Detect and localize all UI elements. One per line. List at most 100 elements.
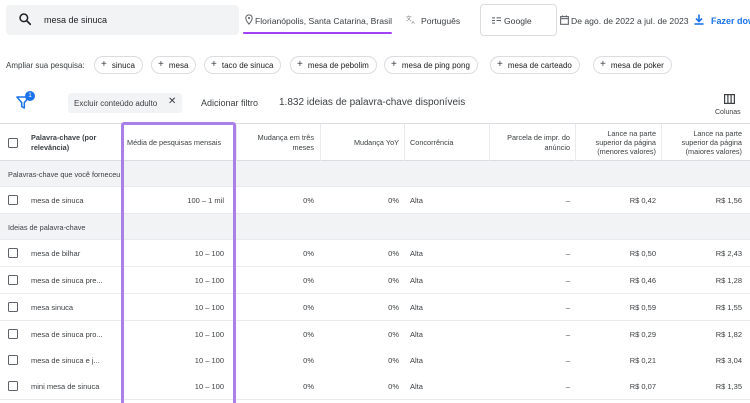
row-checkbox[interactable] <box>8 355 18 365</box>
chip-label: mesa <box>168 60 189 70</box>
download-button[interactable]: Fazer dow <box>694 5 750 35</box>
select-all-checkbox[interactable] <box>8 138 18 148</box>
chip-label: mesa de carteado <box>507 60 572 70</box>
header-avg-monthly-searches[interactable]: Média de pesquisas mensais <box>127 124 231 161</box>
header-three-month-change[interactable]: Mudança em três meses <box>240 124 314 161</box>
row-checkbox[interactable] <box>8 302 18 312</box>
section-label: Ideias de palavra-chave <box>8 223 86 232</box>
plus-icon: + <box>211 59 217 70</box>
broaden-chip-mesa-de-pebolim[interactable]: + mesa de pebolim <box>290 56 377 74</box>
section-provided-keywords: Palavras-chave que você forneceu <box>0 161 750 187</box>
chip-label: taco de sinuca <box>221 60 274 70</box>
cell-keyword: mini mesa de sinuca <box>31 382 100 391</box>
cell-avg-searches: 10 – 100 <box>194 356 224 365</box>
add-filter-button[interactable]: Adicionar filtro <box>201 98 258 108</box>
cell-competition: Alta <box>410 249 423 258</box>
table-row[interactable]: mesa de sinuca pro... 10 – 100 0% 0% Alt… <box>0 321 750 348</box>
columns-label: Colunas <box>715 109 741 116</box>
column-divider <box>236 124 237 161</box>
table-row[interactable]: mesa sinuca 10 – 100 0% 0% Alta – R$ 0,5… <box>0 294 750 321</box>
cell-impr-share: – <box>565 276 570 285</box>
cell-impr-share: – <box>565 196 570 205</box>
language-selector[interactable]: 文A Português <box>406 5 476 35</box>
column-divider <box>661 124 662 161</box>
search-icon <box>19 13 32 26</box>
search-input[interactable]: mesa de sinuca <box>6 5 239 35</box>
cell-keyword: mesa sinuca <box>31 303 74 312</box>
row-checkbox[interactable] <box>8 248 18 258</box>
broaden-label: Ampliar sua pesquisa: <box>6 61 85 70</box>
cell-bid-low: R$ 0,42 <box>629 196 656 205</box>
header-top-bid-high[interactable]: Lance na parte superior da página (maior… <box>665 124 742 161</box>
cell-impr-share: – <box>565 356 570 365</box>
search-query: mesa de sinuca <box>44 15 108 25</box>
filter-count-badge: 1 <box>25 91 35 101</box>
network-selector[interactable]: Google <box>480 4 557 36</box>
row-checkbox[interactable] <box>8 381 18 391</box>
header-competition[interactable]: Concorrência <box>410 124 485 161</box>
location-selector[interactable]: Florianópolis, Santa Catarina, Brasil <box>243 5 392 35</box>
chip-label: mesa de pebolim <box>307 60 369 70</box>
broaden-search-bar: Ampliar sua pesquisa: + sinuca + mesa + tac… <box>0 54 750 76</box>
cell-competition: Alta <box>410 276 423 285</box>
cell-bid-low: R$ 0,50 <box>629 249 656 258</box>
location-label: Florianópolis, Santa Catarina, Brasil <box>255 16 393 26</box>
cell-yoy: 0% <box>388 382 399 391</box>
date-range-selector[interactable]: De ago. de 2022 a jul. de 2023 <box>560 5 690 35</box>
header-yoy-change[interactable]: Mudança YoY <box>324 124 399 161</box>
cell-avg-searches: 100 – 1 mil <box>187 196 224 205</box>
cell-keyword: mesa de sinuca <box>31 196 84 205</box>
cell-bid-high: R$ 1,56 <box>715 196 742 205</box>
date-range-label: De ago. de 2022 a jul. de 2023 <box>571 16 689 26</box>
table-row[interactable]: mesa de bilhar 10 – 100 0% 0% Alta – R$ … <box>0 240 750 267</box>
keyword-table: Palavra-chave (por relevância) Média de … <box>0 123 750 403</box>
cell-three-month: 0% <box>303 196 314 205</box>
language-label: Português <box>421 16 461 26</box>
broaden-chip-mesa-de-carteado[interactable]: + mesa de carteado <box>490 56 580 74</box>
chip-label: mesa de poker <box>610 60 664 70</box>
close-icon[interactable]: ✕ <box>168 96 176 107</box>
cell-bid-high: R$ 3,04 <box>715 356 742 365</box>
cell-keyword: mesa de bilhar <box>31 249 81 258</box>
plus-icon: + <box>391 59 397 70</box>
table-row[interactable]: mesa de sinuca 100 – 1 mil 0% 0% Alta – … <box>0 187 750 214</box>
header-keyword[interactable]: Palavra-chave (por relevância) <box>31 124 116 161</box>
column-divider <box>320 124 321 161</box>
row-checkbox[interactable] <box>8 329 18 339</box>
broaden-chip-taco-de-sinuca[interactable]: + taco de sinuca <box>204 56 282 74</box>
cell-bid-high: R$ 1,35 <box>715 382 742 391</box>
svg-text:A: A <box>412 20 416 25</box>
broaden-chip-mesa-de-ping-pong[interactable]: + mesa de ping pong <box>384 56 478 74</box>
row-checkbox[interactable] <box>8 195 18 205</box>
cell-competition: Alta <box>410 196 423 205</box>
plus-icon: + <box>497 59 503 70</box>
broaden-chip-mesa-de-poker[interactable]: + mesa de poker <box>593 56 672 74</box>
download-icon <box>694 14 704 25</box>
table-row[interactable]: mesa de sinuca pre... 10 – 100 0% 0% Alt… <box>0 267 750 294</box>
table-row[interactable]: mini mesa de sinuca 10 – 100 0% 0% Alta … <box>0 373 750 400</box>
table-row[interactable]: mesa de sinuca e j... 10 – 100 0% 0% Alt… <box>0 347 750 374</box>
broaden-chip-mesa[interactable]: + mesa <box>151 56 197 74</box>
cell-impr-share: – <box>565 303 570 312</box>
network-icon <box>492 17 501 24</box>
header-ad-impression-share[interactable]: Parcela de impr. do anúncio <box>493 124 570 161</box>
filter-row: 1 Excluir conteúdo adulto ✕ Adicionar fi… <box>0 88 750 122</box>
cell-competition: Alta <box>410 382 423 391</box>
cell-keyword: mesa de sinuca e j... <box>31 356 100 365</box>
cell-three-month: 0% <box>303 276 314 285</box>
broaden-chip-sinuca[interactable]: + sinuca <box>94 56 143 74</box>
plus-icon: + <box>600 59 606 70</box>
columns-button[interactable]: Colunas <box>712 92 748 120</box>
cell-impr-share: – <box>565 382 570 391</box>
plus-icon: + <box>158 59 164 70</box>
plus-icon: + <box>101 59 107 70</box>
cell-three-month: 0% <box>303 382 314 391</box>
active-filter-label: Excluir conteúdo adulto <box>74 99 158 108</box>
cell-bid-low: R$ 0,07 <box>629 382 656 391</box>
translate-icon: 文A <box>406 15 416 25</box>
active-filter-chip[interactable]: Excluir conteúdo adulto ✕ <box>68 93 182 113</box>
cell-impr-share: – <box>565 330 570 339</box>
header-top-bid-low[interactable]: Lance na parte superior da página (menor… <box>579 124 656 161</box>
row-checkbox[interactable] <box>8 275 18 285</box>
cell-yoy: 0% <box>388 303 399 312</box>
